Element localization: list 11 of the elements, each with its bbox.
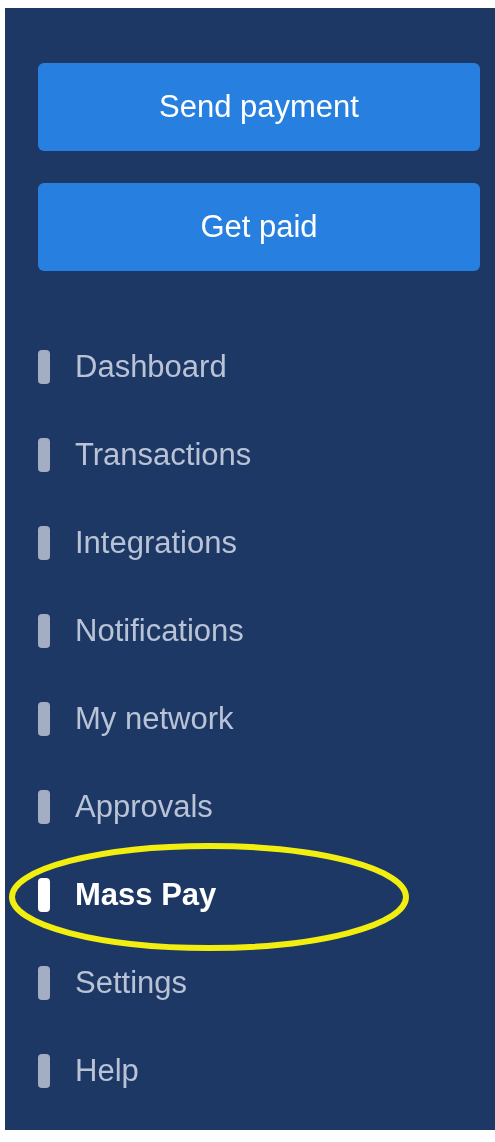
nav-item[interactable]: Integrations (75, 525, 237, 561)
nav-item[interactable]: Help (75, 1053, 139, 1089)
nav-item[interactable]: Mass Pay (75, 877, 217, 913)
nav-item[interactable]: Dashboard (75, 349, 227, 385)
nav-item[interactable]: Notifications (75, 613, 244, 649)
nav-item[interactable]: Settings (75, 965, 187, 1001)
nav-item[interactable]: My network (75, 701, 234, 737)
send-payment-button[interactable]: Send payment (38, 63, 480, 151)
nav-item[interactable]: Transactions (75, 437, 252, 473)
nav-item[interactable]: Approvals (75, 789, 213, 825)
get-paid-button[interactable]: Get paid (38, 183, 480, 271)
